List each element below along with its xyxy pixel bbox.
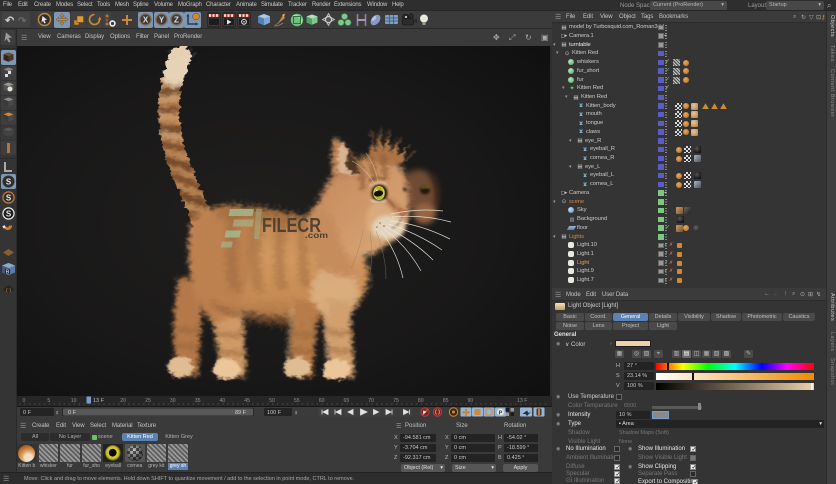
svg-text:P: P xyxy=(499,410,503,416)
svg-text:35: 35 xyxy=(195,398,201,404)
svg-text:40: 40 xyxy=(220,398,226,404)
svg-text:55: 55 xyxy=(294,398,300,404)
svg-text:89 F: 89 F xyxy=(235,410,247,416)
svg-text:45: 45 xyxy=(244,398,250,404)
svg-text:.com: .com xyxy=(305,230,329,240)
svg-text:25: 25 xyxy=(145,398,151,404)
svg-text:20: 20 xyxy=(120,398,126,404)
svg-text:S: S xyxy=(6,194,12,203)
svg-text:S: S xyxy=(6,210,12,219)
svg-text:13 F: 13 F xyxy=(93,398,105,404)
svg-text:5: 5 xyxy=(47,398,50,404)
svg-text:Y: Y xyxy=(159,16,165,25)
svg-text:75: 75 xyxy=(393,398,399,404)
svg-text:90: 90 xyxy=(468,398,474,404)
svg-text:0 F: 0 F xyxy=(68,410,77,416)
svg-text:13 F: 13 F xyxy=(517,398,527,404)
svg-text:↶: ↶ xyxy=(4,15,15,27)
svg-text:0 F: 0 F xyxy=(23,410,32,416)
svg-text:85: 85 xyxy=(443,398,449,404)
svg-text:80: 80 xyxy=(418,398,424,404)
svg-text:60: 60 xyxy=(319,398,325,404)
svg-text:X: X xyxy=(143,16,149,25)
svg-text:Z: Z xyxy=(174,16,179,25)
svg-text:⬍: ⬍ xyxy=(55,411,59,417)
svg-text:65: 65 xyxy=(344,398,350,404)
svg-text:30: 30 xyxy=(170,398,176,404)
svg-text:100 F: 100 F xyxy=(267,410,282,416)
svg-text:( ): ( ) xyxy=(6,288,11,294)
svg-text:⬍: ⬍ xyxy=(294,411,298,417)
svg-text:↷: ↷ xyxy=(18,16,27,27)
svg-text:70: 70 xyxy=(368,398,374,404)
svg-text:0: 0 xyxy=(23,398,26,404)
svg-text:S: S xyxy=(6,178,12,187)
svg-text:50: 50 xyxy=(269,398,275,404)
svg-text:10: 10 xyxy=(71,398,77,404)
